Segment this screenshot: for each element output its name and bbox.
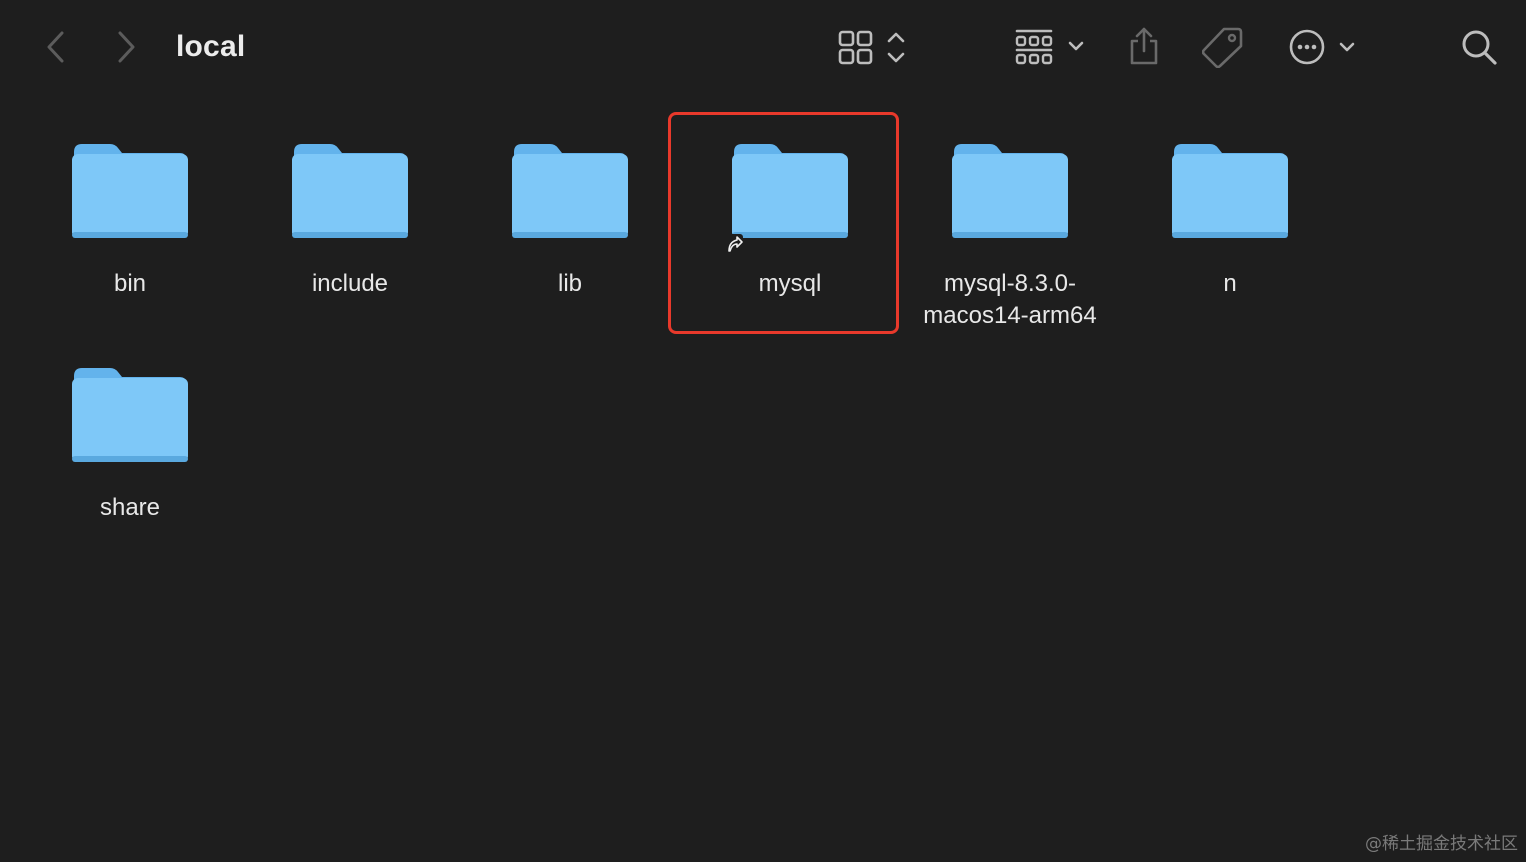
view-mode-button[interactable] <box>838 30 912 66</box>
back-button[interactable] <box>44 30 68 64</box>
watermark: @稀土掘金技术社区 <box>1365 834 1518 854</box>
share-icon <box>1130 27 1158 65</box>
highlight-annotation <box>668 112 899 334</box>
folder-item-include[interactable]: include <box>240 96 460 316</box>
chevron-right-icon <box>118 31 135 63</box>
forward-button[interactable] <box>114 30 138 64</box>
window-title: local <box>176 30 246 63</box>
folder-name: share <box>99 494 161 521</box>
folder-name: lib <box>557 270 582 297</box>
icon-grid-view-icon <box>838 30 905 65</box>
folder-icon <box>70 364 190 466</box>
ellipsis-circle-icon <box>1289 29 1355 65</box>
folder-icon <box>290 140 410 242</box>
folder-icon <box>70 140 190 242</box>
finder-toolbar: local <box>0 0 1526 96</box>
chevron-left-icon <box>47 31 64 63</box>
folder-icon <box>510 140 630 242</box>
folder-item-lib[interactable]: lib <box>460 96 680 316</box>
group-by-icon <box>1015 29 1084 65</box>
tag-button[interactable] <box>1202 26 1244 68</box>
folder-name: include <box>311 270 389 297</box>
folder-item-mysql-8-3-0[interactable]: mysql-8.3.0- macos14-arm64 <box>900 96 1120 329</box>
folder-item-share[interactable]: share <box>20 320 240 540</box>
search-icon <box>1462 30 1497 65</box>
tag-icon <box>1202 27 1243 68</box>
folder-item-n[interactable]: n <box>1120 96 1340 316</box>
folder-item-bin[interactable]: bin <box>20 96 240 316</box>
folder-icon <box>950 140 1070 242</box>
share-button[interactable] <box>1126 24 1162 68</box>
group-by-button[interactable] <box>1014 28 1088 66</box>
folder-name: bin <box>113 270 147 297</box>
folder-name: mysql-8.3.0- macos14-arm64 <box>923 270 1097 329</box>
folder-name: n <box>1223 270 1237 297</box>
more-actions-button[interactable] <box>1288 28 1362 66</box>
search-button[interactable] <box>1460 28 1500 68</box>
folder-icon <box>1170 140 1290 242</box>
